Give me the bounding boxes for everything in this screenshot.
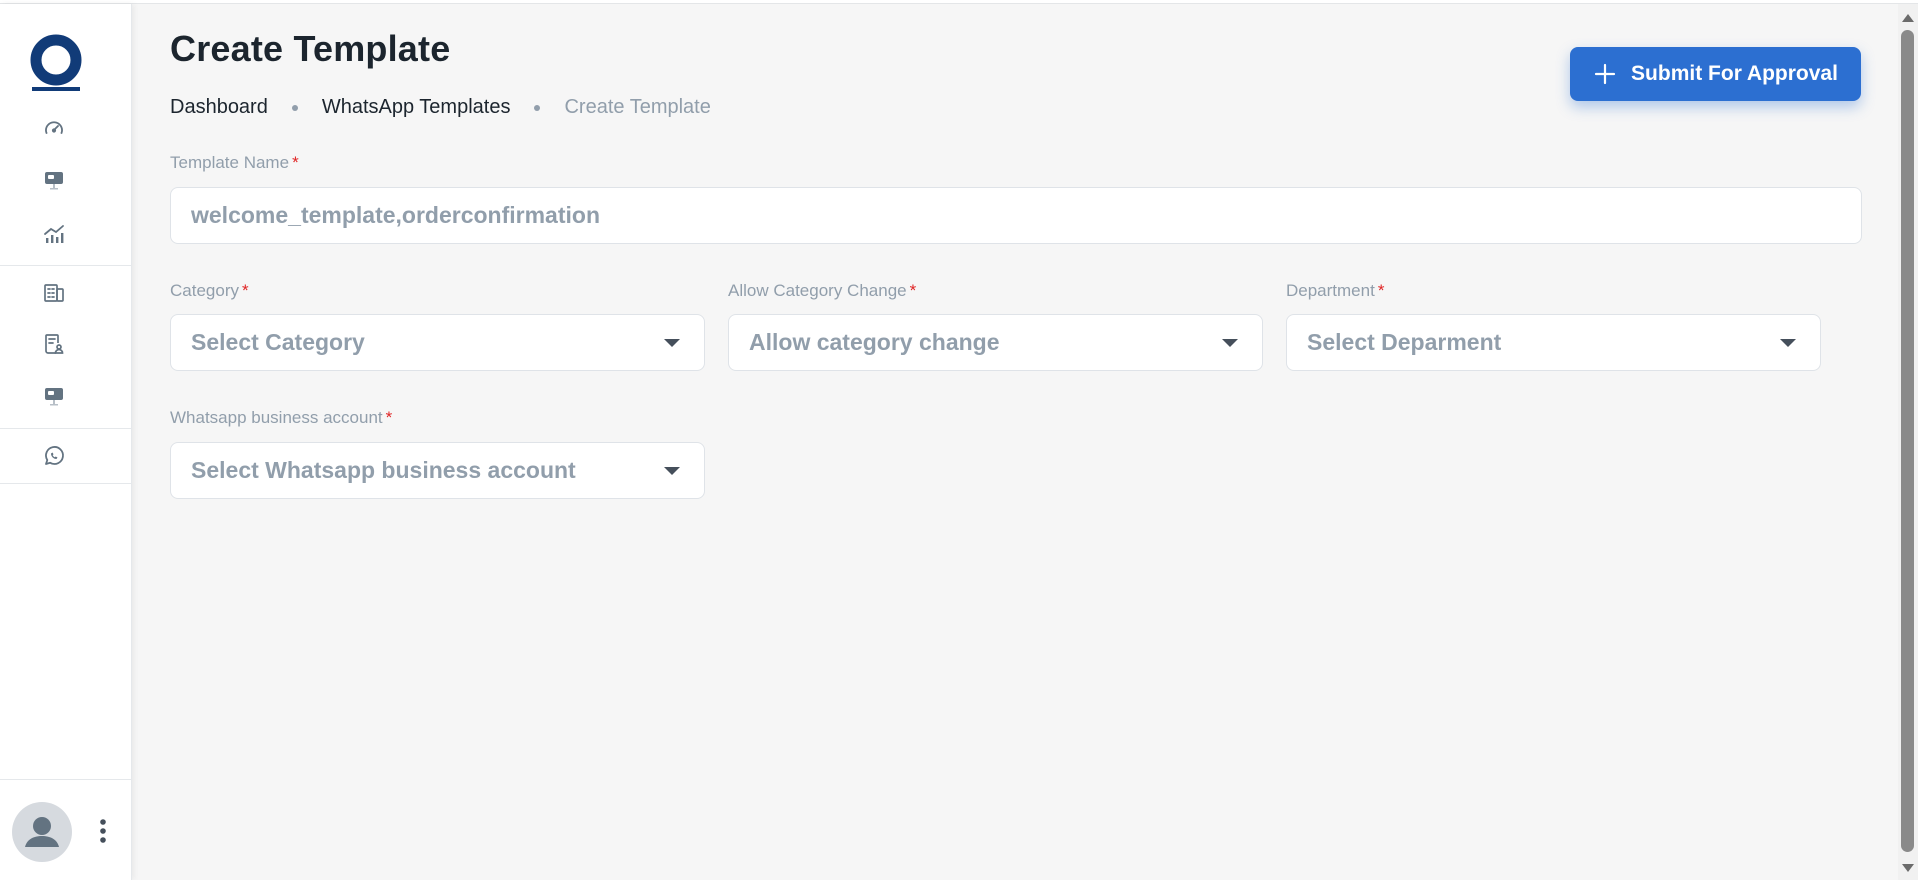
scrollbar-thumb[interactable] — [1901, 30, 1914, 852]
nav-organization[interactable] — [40, 278, 68, 306]
nav-group-management — [0, 266, 132, 429]
sidebar — [0, 4, 132, 880]
department-label: Department * — [1286, 281, 1385, 300]
user-document-icon — [45, 334, 64, 354]
sidebar-footer — [0, 779, 132, 880]
chevron-down-icon — [1222, 338, 1238, 347]
chevron-down-icon — [664, 338, 680, 347]
nav-display[interactable] — [40, 382, 68, 410]
template-name-placeholder: welcome_template,orderconfirmation — [191, 202, 600, 228]
breadcrumb: Dashboard WhatsApp Templates Create Temp… — [170, 96, 711, 119]
allow-category-change-select[interactable]: Allow category change — [728, 314, 1263, 371]
whatsapp-icon — [45, 446, 64, 465]
building-icon — [44, 284, 64, 302]
submit-for-approval-button[interactable]: Submit For Approval — [1570, 47, 1861, 101]
nav-group-main — [0, 4, 132, 266]
scroll-down-arrow-icon[interactable] — [1902, 864, 1914, 872]
category-label: Category * — [170, 281, 249, 300]
category-placeholder: Select Category — [191, 329, 365, 355]
department-select[interactable]: Select Deparment — [1286, 314, 1821, 371]
whatsapp-account-placeholder: Select Whatsapp business account — [191, 457, 576, 483]
more-vertical-icon[interactable] — [92, 816, 114, 846]
nav-whatsapp[interactable] — [40, 442, 68, 470]
allow-category-change-label: Allow Category Change * — [728, 281, 917, 300]
nav-monitor[interactable] — [40, 166, 68, 194]
speedometer-icon — [45, 121, 63, 134]
breadcrumb-separator — [291, 104, 298, 111]
nav-user-records[interactable] — [40, 330, 68, 358]
page-title: Create Template — [170, 28, 451, 69]
template-name-label: Template Name * — [170, 153, 299, 172]
submit-button-label: Submit For Approval — [1631, 62, 1838, 85]
nav-analytics[interactable] — [40, 220, 68, 248]
breadcrumb-separator — [534, 104, 541, 111]
whatsapp-account-select[interactable]: Select Whatsapp business account — [170, 442, 705, 499]
main-content: Create Template Dashboard WhatsApp Templ… — [132, 4, 1898, 880]
analytics-chart-icon — [44, 225, 64, 243]
breadcrumb-current: Create Template — [564, 96, 711, 118]
category-select[interactable]: Select Category — [170, 314, 705, 371]
whatsapp-account-label: Whatsapp business account * — [170, 408, 393, 427]
nav-dashboard[interactable] — [40, 114, 68, 142]
breadcrumb-whatsapp-templates[interactable]: WhatsApp Templates — [322, 96, 511, 119]
breadcrumb-dashboard[interactable]: Dashboard — [170, 96, 268, 119]
user-avatar-icon[interactable] — [12, 802, 72, 862]
nav-group-channels — [0, 429, 132, 484]
plus-icon — [1594, 63, 1616, 85]
chevron-down-icon — [1780, 338, 1796, 347]
scroll-up-arrow-icon[interactable] — [1902, 14, 1914, 22]
chevron-down-icon — [664, 466, 680, 475]
template-name-input[interactable]: welcome_template,orderconfirmation — [170, 187, 1862, 244]
vertical-scrollbar[interactable] — [1898, 4, 1918, 880]
monitor-icon — [45, 172, 63, 190]
monitor-icon — [45, 388, 63, 406]
allow-category-change-placeholder: Allow category change — [749, 329, 1000, 355]
department-placeholder: Select Deparment — [1307, 329, 1502, 355]
